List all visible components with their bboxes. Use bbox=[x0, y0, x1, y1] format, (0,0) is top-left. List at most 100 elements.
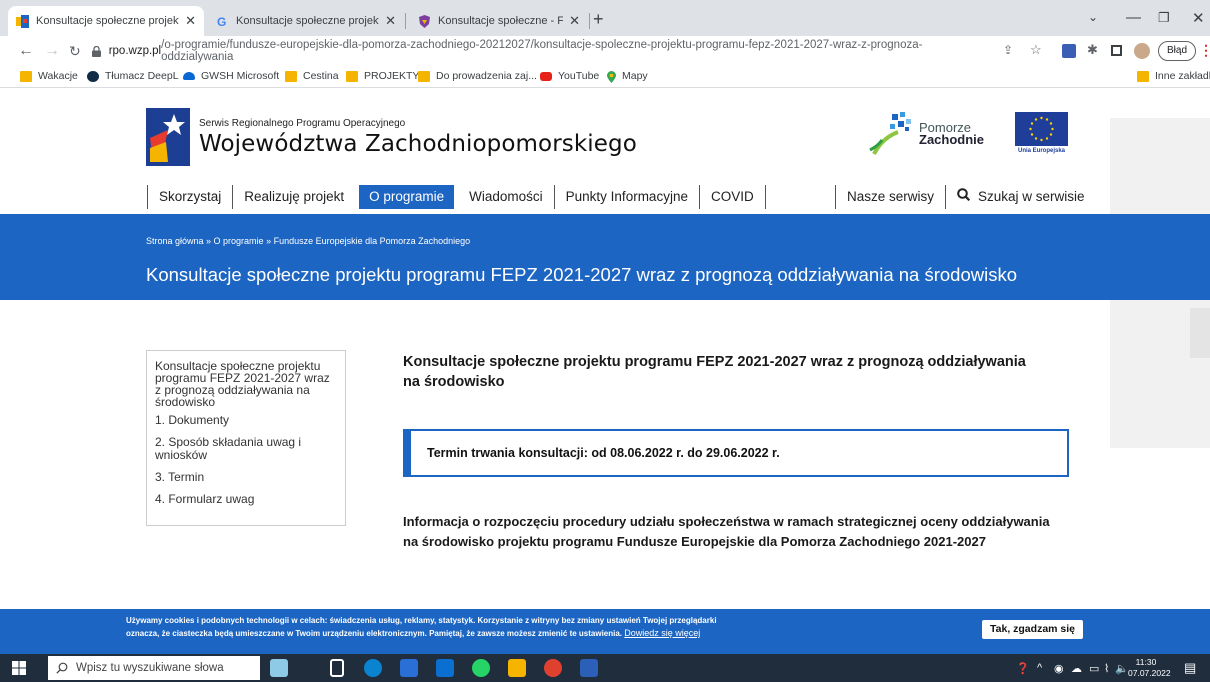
folder-icon bbox=[346, 70, 358, 82]
sidebar-item-dokumenty[interactable]: 1. Dokumenty bbox=[155, 414, 337, 427]
cookie-accept-button[interactable]: Tak, zgadzam się bbox=[982, 620, 1084, 639]
avatar[interactable] bbox=[1134, 43, 1150, 59]
weather-widget-icon[interactable] bbox=[270, 659, 288, 677]
word-icon[interactable] bbox=[580, 659, 598, 677]
bookmark-star-icon[interactable]: ☆ bbox=[1030, 42, 1044, 57]
close-window-icon[interactable]: ✕ bbox=[1192, 9, 1205, 27]
bookmark-label: Cestina bbox=[303, 70, 339, 82]
search-icon bbox=[957, 185, 971, 209]
volume-icon[interactable]: 🔈 bbox=[1115, 662, 1129, 675]
cookie-text: Używamy cookies i podobnych technologii … bbox=[126, 615, 726, 640]
sidebar-item-sposob[interactable]: 2. Sposób składania uwag i wniosków bbox=[155, 436, 337, 462]
sidebar-heading[interactable]: Konsultacje społeczne projektu programu … bbox=[155, 360, 337, 408]
svg-text:G: G bbox=[217, 15, 226, 28]
back-arrow-icon[interactable]: ← bbox=[18, 42, 34, 60]
battery-icon[interactable]: ▭ bbox=[1089, 662, 1099, 675]
pomorze-zachodnie-text: Pomorze Zachodnie bbox=[919, 121, 985, 147]
close-tab-icon[interactable]: ✕ bbox=[385, 13, 396, 29]
edge-icon[interactable] bbox=[364, 659, 382, 677]
file-explorer-icon[interactable] bbox=[508, 659, 526, 677]
pomorze-zachodnie-logo[interactable] bbox=[868, 110, 918, 156]
clock-date: 07.07.2022 bbox=[1128, 668, 1171, 678]
tab-active[interactable]: Konsultacje społeczne projektu p ✕ bbox=[8, 6, 204, 36]
web-page: Serwis Regionalnego Programu Operacyjneg… bbox=[0, 88, 1210, 654]
onedrive-tray-icon[interactable]: ☁ bbox=[1071, 662, 1082, 675]
reload-icon[interactable]: ↻ bbox=[69, 43, 81, 60]
help-icon[interactable]: ❓ bbox=[1016, 662, 1030, 675]
tab-google[interactable]: G Konsultacje społeczne projektu p ✕ bbox=[208, 6, 404, 36]
sidebar-item-formularz[interactable]: 4. Formularz uwag bbox=[155, 493, 337, 506]
browser-tab-strip: Konsultacje społeczne projektu p ✕ G Kon… bbox=[0, 0, 1210, 36]
side-panel-icon[interactable] bbox=[1111, 45, 1122, 56]
search-icon bbox=[56, 662, 68, 674]
shield-favicon-icon bbox=[418, 14, 431, 28]
nav-item-punkty[interactable]: Punkty Informacyjne bbox=[555, 185, 699, 209]
task-view-icon[interactable] bbox=[330, 659, 344, 677]
url-path: /o-programie/fundusze-europejskie-dla-po… bbox=[161, 39, 923, 63]
new-tab-button[interactable]: + bbox=[593, 9, 604, 30]
tab-fundusze[interactable]: Konsultacje społeczne - Fundusz ✕ bbox=[410, 6, 588, 36]
nav-item-realizuje[interactable]: Realizuję projekt bbox=[233, 185, 355, 209]
share-icon[interactable]: ⇪ bbox=[1003, 43, 1017, 57]
folder-icon bbox=[285, 70, 297, 82]
tray-chevron-icon[interactable]: ^ bbox=[1037, 662, 1042, 674]
cookie-learn-more-link[interactable]: Dowiedz się więcej bbox=[624, 628, 700, 638]
tab-divider bbox=[589, 13, 590, 29]
bookmark-label: Do prowadzenia zaj... bbox=[436, 70, 537, 82]
bookmark-gwsh[interactable]: GWSH Microsoft bbox=[183, 70, 279, 82]
bookmark-projekty[interactable]: PROJEKTY bbox=[346, 70, 419, 82]
onedrive-icon bbox=[183, 72, 195, 80]
restore-icon[interactable]: ❐ bbox=[1158, 10, 1170, 26]
bookmark-cestina[interactable]: Cestina bbox=[285, 70, 339, 82]
bookmarks-bar: Wakacje Tłumacz DeepL GWSH Microsoft Ces… bbox=[0, 66, 1210, 88]
taskbar-search[interactable]: Wpisz tu wyszukiwane słowa bbox=[48, 656, 260, 680]
bookmark-deepl[interactable]: Tłumacz DeepL bbox=[87, 70, 179, 82]
breadcrumb[interactable]: Strona główna » O programie » Fundusze E… bbox=[146, 236, 470, 246]
tab-search-chevron-icon[interactable]: ⌄ bbox=[1088, 10, 1098, 24]
bookmark-do-prowadzenia[interactable]: Do prowadzenia zaj... bbox=[418, 70, 537, 82]
tray-app-icon[interactable]: ◉ bbox=[1054, 662, 1064, 675]
store-icon[interactable] bbox=[400, 659, 418, 677]
taskbar-clock[interactable]: 11:30 07.07.2022 bbox=[1128, 657, 1171, 679]
close-tab-icon[interactable]: ✕ bbox=[569, 13, 580, 29]
bookmark-mapy[interactable]: Mapy bbox=[607, 70, 648, 83]
bookmark-label: PROJEKTY bbox=[364, 70, 420, 82]
bookmark-other[interactable]: Inne zakładki bbox=[1137, 70, 1210, 82]
nav-item-wiadomosci[interactable]: Wiadomości bbox=[458, 185, 554, 209]
bookmark-label: GWSH Microsoft bbox=[201, 70, 280, 82]
network-icon[interactable]: ⌇ bbox=[1104, 662, 1109, 675]
pz-line-2: Zachodnie bbox=[919, 132, 985, 147]
extensions-puzzle-icon[interactable]: ✱ bbox=[1087, 42, 1101, 57]
bookmark-youtube[interactable]: YouTube bbox=[540, 70, 599, 82]
nav-item-covid[interactable]: COVID bbox=[700, 185, 765, 209]
nav-item-skorzystaj[interactable]: Skorzystaj bbox=[148, 185, 232, 209]
nav-divider bbox=[764, 185, 766, 209]
deepl-icon bbox=[87, 70, 99, 82]
address-bar[interactable]: rpo.wzp.pl/o-programie/fundusze-europejs… bbox=[92, 39, 970, 63]
chrome-icon[interactable] bbox=[544, 659, 562, 677]
bookmark-wakacje[interactable]: Wakacje bbox=[20, 70, 78, 82]
search-label: Szukaj w serwisie bbox=[978, 188, 1085, 204]
forward-arrow-icon[interactable]: → bbox=[44, 42, 60, 60]
site-search[interactable]: Szukaj w serwisie bbox=[946, 185, 1085, 209]
site-title[interactable]: Województwa Zachodniopomorskiego bbox=[199, 131, 637, 157]
profile-error-button[interactable]: Błąd bbox=[1158, 41, 1197, 61]
term-text: Termin trwania konsultacji: od 08.06.202… bbox=[427, 446, 780, 460]
background-decoration bbox=[1190, 308, 1210, 358]
windows-start-icon[interactable] bbox=[12, 661, 26, 675]
whatsapp-icon[interactable] bbox=[472, 659, 490, 677]
nav-item-nasze-serwisy[interactable]: Nasze serwisy bbox=[836, 185, 945, 209]
minimize-icon[interactable]: — bbox=[1126, 9, 1141, 26]
menu-kebab-icon[interactable]: ⋮ bbox=[1199, 42, 1210, 59]
sidebar-item-termin[interactable]: 3. Termin bbox=[155, 471, 337, 484]
notifications-icon[interactable]: ▤ bbox=[1184, 660, 1196, 676]
nav-item-o-programie[interactable]: O programie bbox=[359, 185, 455, 209]
fe-logo[interactable] bbox=[146, 108, 190, 166]
url-host: rpo.wzp.pl bbox=[108, 45, 162, 57]
google-favicon-icon: G bbox=[216, 15, 229, 29]
extension-icon[interactable] bbox=[1062, 44, 1076, 58]
close-tab-icon[interactable]: ✕ bbox=[185, 13, 196, 29]
bookmark-label: YouTube bbox=[558, 70, 600, 82]
outlook-icon[interactable] bbox=[436, 659, 454, 677]
bookmark-label: Tłumacz DeepL bbox=[105, 70, 179, 82]
